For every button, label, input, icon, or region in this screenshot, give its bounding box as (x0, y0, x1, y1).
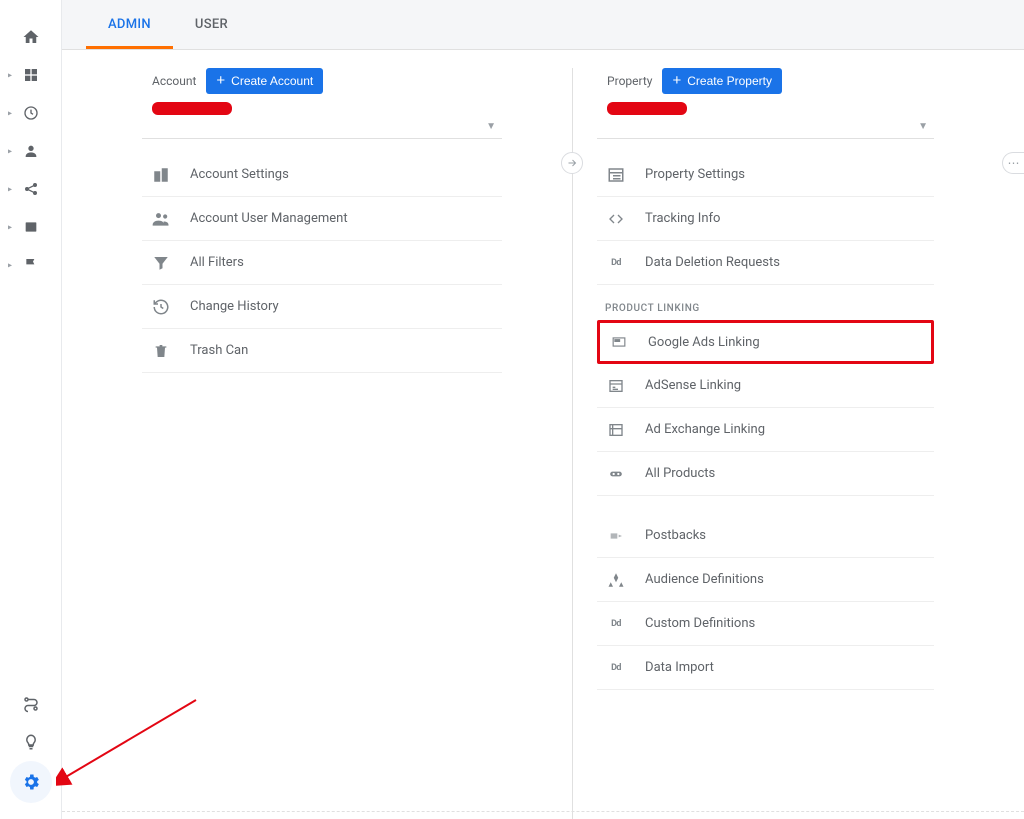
adsense-icon (605, 375, 627, 397)
menu-item-label: Ad Exchange Linking (645, 422, 765, 437)
link-icon (605, 463, 627, 485)
all-products[interactable]: All Products (597, 452, 934, 496)
menu-item-label: Postbacks (645, 528, 706, 543)
trash-icon (150, 340, 172, 362)
menu-item-label: Change History (190, 299, 279, 314)
account-column: Account + Create Account ▼ Account Setti… (142, 68, 572, 819)
menu-item-label: Account Settings (190, 167, 289, 182)
nav-realtime[interactable]: ▸ (0, 94, 61, 132)
chevron-down-icon: ▼ (918, 121, 928, 132)
nav-home[interactable] (0, 18, 61, 56)
create-property-button[interactable]: + Create Property (662, 68, 781, 94)
nav-audience[interactable]: ▸ (0, 132, 61, 170)
footer-edge (62, 811, 1024, 819)
custom-definitions[interactable]: Dd Custom Definitions (597, 602, 934, 646)
arrow-right-icon (566, 157, 578, 169)
scroll-right-button[interactable]: ⋯ (1002, 152, 1024, 174)
page-icon (23, 219, 39, 235)
nav-customization[interactable]: ▸ (0, 56, 61, 94)
all-filters[interactable]: All Filters (142, 241, 502, 285)
account-user-management[interactable]: Account User Management (142, 197, 502, 241)
property-label: Property (607, 74, 652, 88)
dashboard-icon (23, 67, 39, 83)
tab-admin[interactable]: ADMIN (86, 0, 173, 49)
flag-icon (23, 257, 39, 273)
change-history[interactable]: Change History (142, 285, 502, 329)
caret-icon: ▸ (8, 147, 12, 156)
account-label: Account (152, 74, 196, 88)
gear-icon (21, 772, 41, 792)
bulb-icon (22, 733, 40, 751)
menu-item-label: Data Deletion Requests (645, 255, 780, 270)
share-icon (23, 181, 39, 197)
funnel-icon (150, 252, 172, 274)
create-property-label: Create Property (687, 74, 772, 88)
menu-item-label: All Products (645, 466, 715, 481)
collapse-account-button[interactable] (561, 152, 583, 174)
nav-attribution[interactable] (0, 685, 61, 723)
property-selector[interactable]: ▼ (597, 121, 934, 139)
chevron-down-icon: ▼ (486, 121, 496, 132)
code-icon (605, 208, 627, 230)
home-icon (22, 28, 40, 46)
trash-can[interactable]: Trash Can (142, 329, 502, 373)
property-column: Property + Create Property ▼ Property Se… (572, 68, 1004, 819)
nav-acquisition[interactable]: ▸ (0, 170, 61, 208)
tracking-info[interactable]: Tracking Info (597, 197, 934, 241)
ads-icon (608, 331, 630, 353)
menu-item-label: Property Settings (645, 167, 745, 182)
menu-item-label: Custom Definitions (645, 616, 755, 631)
left-nav-rail: ▸ ▸ ▸ ▸ ▸ ▸ (0, 0, 62, 819)
caret-icon: ▸ (8, 223, 12, 232)
dd-icon: Dd (605, 252, 627, 274)
data-deletion-requests[interactable]: Dd Data Deletion Requests (597, 241, 934, 285)
history-icon (150, 296, 172, 318)
postbacks[interactable]: Postbacks (597, 514, 934, 558)
account-settings[interactable]: Account Settings (142, 153, 502, 197)
create-account-button[interactable]: + Create Account (206, 68, 323, 94)
nav-conversions[interactable]: ▸ (0, 246, 61, 284)
exchange-icon (605, 419, 627, 441)
person-icon (23, 143, 39, 159)
audience-definitions[interactable]: Audience Definitions (597, 558, 934, 602)
postback-icon (605, 525, 627, 547)
create-account-label: Create Account (231, 74, 313, 88)
menu-item-label: Data Import (645, 660, 714, 675)
admin-tabs: ADMIN USER (62, 0, 1024, 50)
nav-discover[interactable] (0, 723, 61, 761)
menu-item-label: Account User Management (190, 211, 348, 226)
product-linking-header: PRODUCT LINKING (605, 303, 934, 314)
path-icon (22, 695, 40, 713)
caret-icon: ▸ (8, 109, 12, 118)
admin-panel: Account + Create Account ▼ Account Setti… (62, 50, 1024, 819)
caret-icon: ▸ (8, 185, 12, 194)
redacted-property-name (607, 102, 687, 115)
property-settings[interactable]: Property Settings (597, 153, 934, 197)
audience-icon (605, 569, 627, 591)
ad-exchange-linking[interactable]: Ad Exchange Linking (597, 408, 934, 452)
people-icon (150, 208, 172, 230)
adsense-linking[interactable]: AdSense Linking (597, 364, 934, 408)
caret-icon: ▸ (8, 261, 12, 270)
menu-item-label: Google Ads Linking (648, 335, 760, 350)
menu-item-label: All Filters (190, 255, 244, 270)
dots-icon: ⋯ (1008, 156, 1020, 170)
nav-behavior[interactable]: ▸ (0, 208, 61, 246)
caret-icon: ▸ (8, 71, 12, 80)
menu-item-label: Trash Can (190, 343, 248, 358)
list-icon (605, 164, 627, 186)
account-selector[interactable]: ▼ (142, 121, 502, 139)
redacted-account-name (152, 102, 232, 115)
menu-item-label: AdSense Linking (645, 378, 741, 393)
dd-icon: Dd (605, 613, 627, 635)
building-icon (150, 164, 172, 186)
menu-item-label: Audience Definitions (645, 572, 764, 587)
clock-icon (23, 105, 39, 121)
tab-user[interactable]: USER (173, 0, 250, 49)
google-ads-linking[interactable]: Google Ads Linking (597, 320, 934, 364)
data-import[interactable]: Dd Data Import (597, 646, 934, 690)
menu-item-label: Tracking Info (645, 211, 720, 226)
dd-icon: Dd (605, 657, 627, 679)
nav-admin[interactable] (10, 761, 52, 803)
